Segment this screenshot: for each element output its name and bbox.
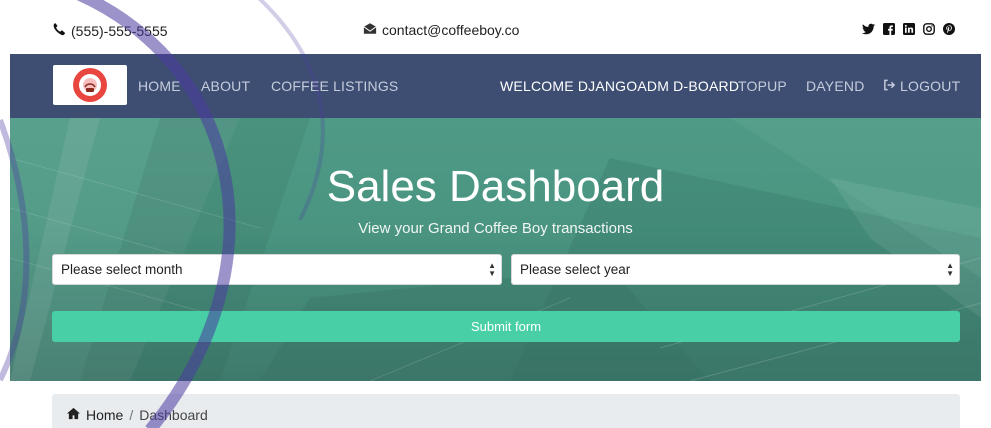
main-navbar: HOME ABOUT COFFEE LISTINGS WELCOME DJANG…: [10, 54, 981, 118]
twitter-icon[interactable]: [862, 22, 875, 35]
breadcrumb-home[interactable]: Home: [66, 407, 123, 423]
email-address: contact@coffeeboy.co: [382, 22, 520, 38]
month-select[interactable]: Please select month ▲ ▼: [52, 254, 502, 285]
instagram-icon[interactable]: [922, 22, 935, 35]
phone-icon: [52, 22, 66, 39]
breadcrumb-separator: /: [129, 407, 134, 423]
page: (555)-555-5555 contact@coffeeboy.co HOME…: [0, 0, 991, 428]
nav-home-link[interactable]: HOME: [138, 78, 181, 94]
logo-badge-icon: [73, 68, 107, 102]
page-subtitle: View your Grand Coffee Boy transactions: [358, 220, 633, 237]
sign-out-icon: [883, 78, 896, 94]
pinterest-icon[interactable]: [942, 22, 955, 35]
hero-banner: Sales Dashboard View your Grand Coffee B…: [10, 118, 981, 381]
contact-bar: (555)-555-5555 contact@coffeeboy.co: [0, 0, 991, 54]
page-title: Sales Dashboard: [326, 162, 665, 211]
breadcrumb: Home / Dashboard: [52, 394, 960, 428]
nav-about-link[interactable]: ABOUT: [201, 78, 250, 94]
nav-logout-link[interactable]: LOGOUT: [883, 78, 960, 94]
nav-topup-link[interactable]: TOPUP: [738, 78, 787, 94]
year-select[interactable]: Please select year ▲ ▼: [511, 254, 960, 285]
select-arrows-icon: ▲ ▼: [946, 261, 954, 278]
phone-contact[interactable]: (555)-555-5555: [52, 22, 168, 39]
facebook-icon[interactable]: [882, 22, 895, 35]
month-select-value: Please select month: [61, 262, 183, 277]
social-links: [862, 22, 955, 35]
submit-form-button[interactable]: Submit form: [52, 311, 960, 342]
select-arrows-icon: ▲ ▼: [488, 261, 496, 278]
grand-coffee-boy-logo[interactable]: [53, 65, 127, 105]
linkedin-icon[interactable]: [902, 22, 915, 35]
nav-dayend-link[interactable]: DAYEND: [806, 78, 865, 94]
email-contact[interactable]: contact@coffeeboy.co: [363, 22, 519, 38]
phone-number: (555)-555-5555: [71, 22, 168, 39]
nav-coffee-listings-link[interactable]: COFFEE LISTINGS: [271, 78, 398, 94]
breadcrumb-home-label: Home: [86, 407, 124, 423]
home-icon: [66, 407, 81, 423]
logout-label: LOGOUT: [900, 78, 961, 94]
envelope-icon: [363, 22, 377, 38]
breadcrumb-current: Dashboard: [139, 407, 208, 423]
nav-welcome-user[interactable]: WELCOME DJANGOADM D-BOARD: [500, 78, 739, 94]
year-select-value: Please select year: [520, 262, 631, 277]
